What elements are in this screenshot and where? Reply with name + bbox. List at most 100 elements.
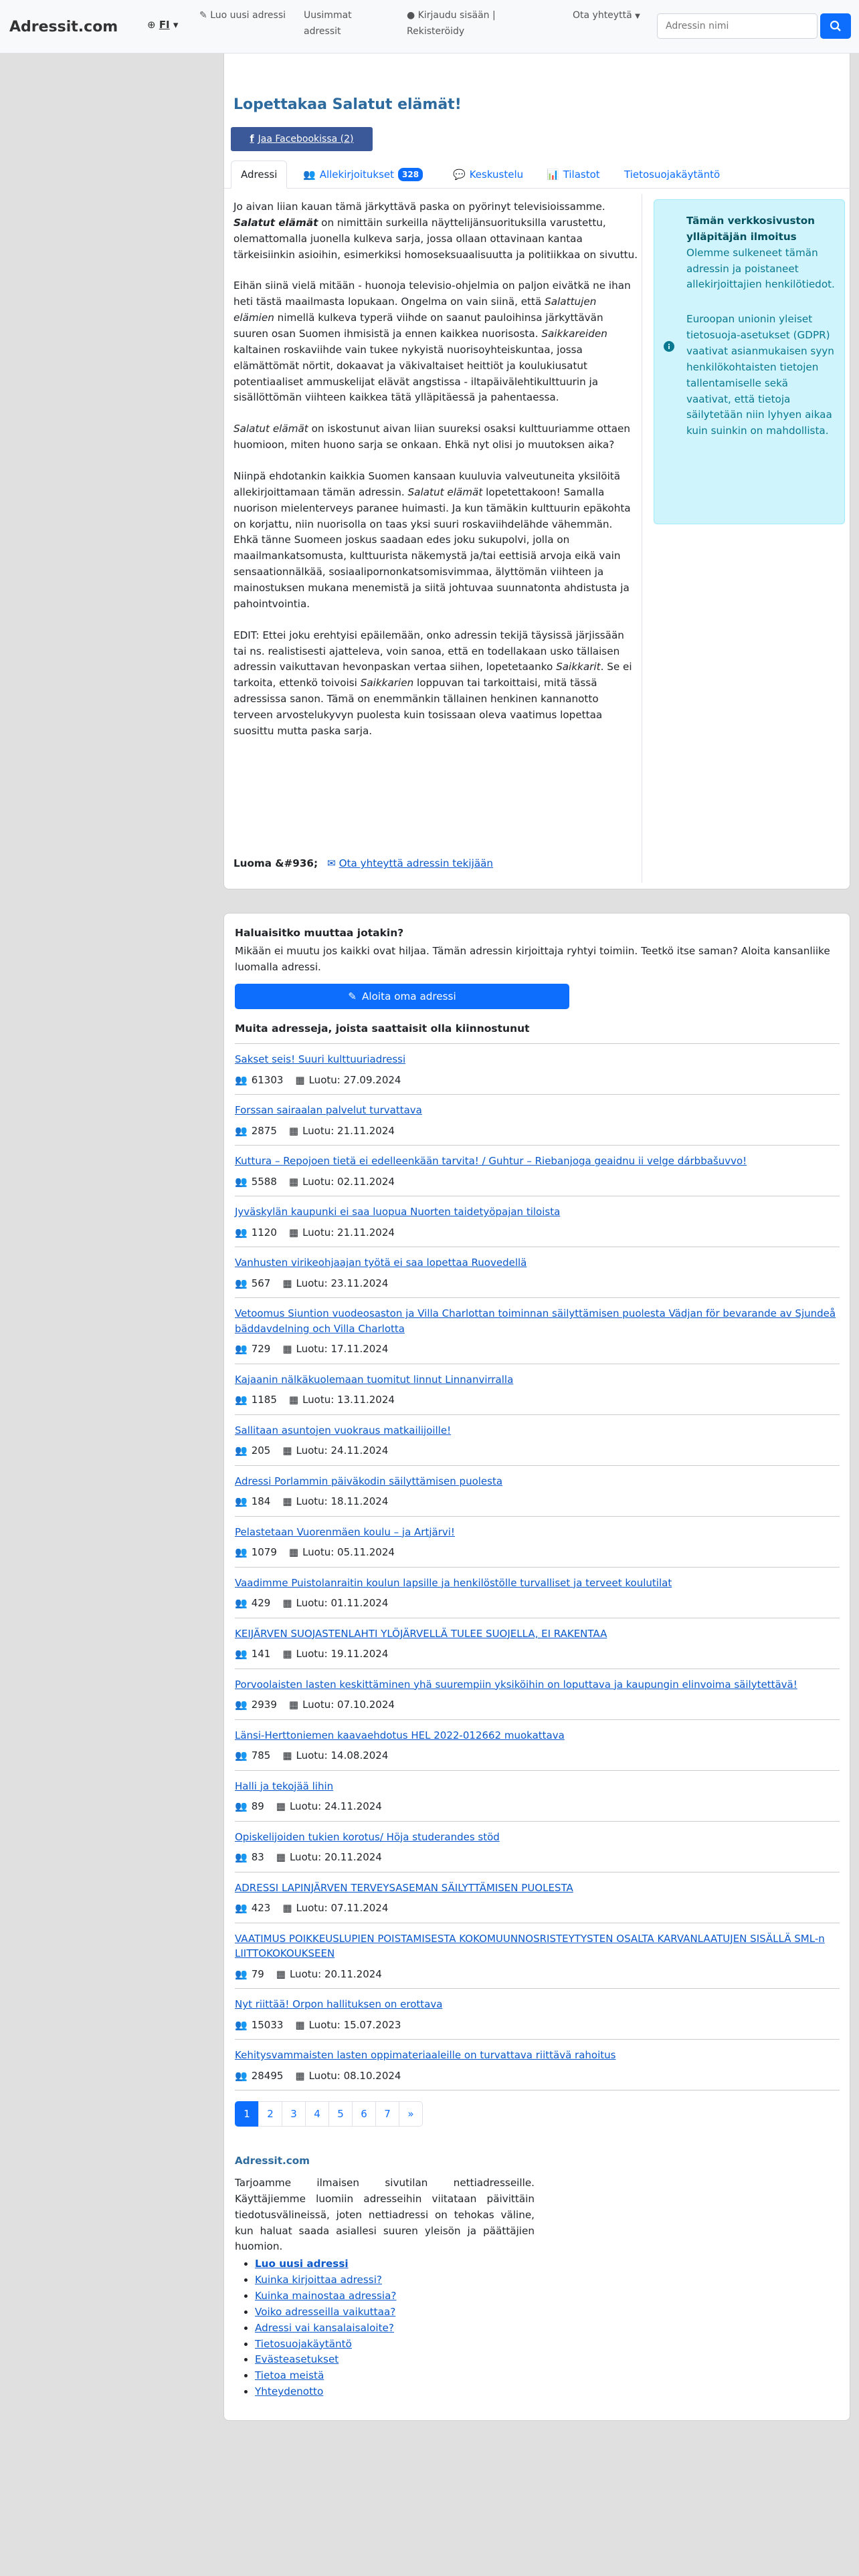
tab-stats[interactable]: 📊 Tilastot bbox=[537, 160, 609, 189]
created-date: ▦ Luotu: 18.11.2024 bbox=[282, 1494, 388, 1509]
related-address-link[interactable]: Pelastetaan Vuorenmäen koulu – ja Artjär… bbox=[235, 1526, 455, 1538]
signature-count-value: 61303 bbox=[251, 1073, 284, 1086]
related-address-link[interactable]: Sallitaan asuntojen vuokraus matkailijoi… bbox=[235, 1424, 451, 1436]
footer-link[interactable]: Yhteydenotto bbox=[255, 2385, 323, 2397]
facebook-icon: f bbox=[250, 133, 254, 144]
signature-count: 👥 423 bbox=[235, 1901, 270, 1916]
contact-author-link[interactable]: ✉ Ota yhteyttä adressin tekijään bbox=[327, 856, 493, 871]
signature-count: 👥 5588 bbox=[235, 1174, 277, 1190]
related-address-link[interactable]: Halli ja tekojää lihin bbox=[235, 1780, 333, 1792]
users-icon: 👥 bbox=[235, 1073, 248, 1086]
page-link[interactable]: 1 bbox=[235, 2101, 259, 2127]
related-list-heading: Muita adresseja, joista saattaisit olla … bbox=[235, 1021, 840, 1045]
signature-count: 👥 15033 bbox=[235, 2018, 283, 2033]
signature-count: 👥 729 bbox=[235, 1341, 270, 1357]
facebook-share-button[interactable]: f Jaa Facebookissa (2) bbox=[231, 127, 373, 151]
search-input[interactable] bbox=[657, 13, 818, 39]
address-card: Lopettakaa Salatut elämät! f Jaa Faceboo… bbox=[223, 53, 851, 889]
created-date: ▦ Luotu: 20.11.2024 bbox=[276, 1850, 382, 1865]
page-link[interactable]: 3 bbox=[282, 2101, 306, 2127]
footer-link[interactable]: Kuinka kirjoittaa adressi? bbox=[255, 2274, 382, 2286]
related-address-link[interactable]: KEIJÄRVEN SUOJASTENLAHTI YLÖJÄRVELLÄ TUL… bbox=[235, 1628, 607, 1640]
related-address-link[interactable]: Porvoolaisten lasten keskittäminen yhä s… bbox=[235, 1679, 797, 1691]
text-emphasis: Saikkareiden bbox=[541, 328, 607, 340]
signature-count-value: 83 bbox=[251, 1851, 264, 1864]
related-address-link[interactable]: Forssan sairaalan palvelut turvattava bbox=[235, 1104, 422, 1116]
page-link[interactable]: 5 bbox=[328, 2101, 353, 2127]
related-address-link[interactable]: Kuttura – Repojoen tietä ei edelleenkään… bbox=[235, 1155, 747, 1167]
footer-link[interactable]: Tietosuojakäytäntö bbox=[255, 2338, 352, 2350]
created-date: ▦ Luotu: 08.10.2024 bbox=[295, 2068, 401, 2084]
created-date: ▦ Luotu: 02.11.2024 bbox=[289, 1174, 395, 1190]
page-link[interactable]: » bbox=[399, 2101, 423, 2127]
created-date-value: Luotu: 17.11.2024 bbox=[296, 1343, 389, 1356]
footer-link[interactable]: Kuinka mainostaa adressia? bbox=[255, 2290, 397, 2302]
footer-link-item: Tietoa meistä bbox=[255, 2368, 535, 2384]
tab-signatures[interactable]: 👥 Allekirjoitukset 328 bbox=[294, 160, 432, 189]
search-button[interactable] bbox=[820, 13, 851, 39]
related-address-link[interactable]: Opiskelijoiden tukien korotus/ Höja stud… bbox=[235, 1831, 500, 1843]
page-link[interactable]: 2 bbox=[258, 2101, 282, 2127]
signature-count: 👥 1185 bbox=[235, 1392, 277, 1408]
change-heading: Haluaisitko muuttaa jotakin? bbox=[235, 927, 404, 939]
created-date-value: Luotu: 23.11.2024 bbox=[296, 1277, 389, 1289]
related-content: Haluaisitko muuttaa jotakin? Mikään ei m… bbox=[235, 926, 840, 2400]
created-date: ▦ Luotu: 19.11.2024 bbox=[282, 1646, 388, 1662]
footer-link[interactable]: Tietoa meistä bbox=[255, 2369, 324, 2381]
related-address-link[interactable]: VAATIMUS POIKKEUSLUPIEN POISTAMISESTA KO… bbox=[235, 1933, 825, 1960]
list-item: Vaadimme Puistolanraitin koulun lapsille… bbox=[235, 1568, 840, 1618]
footer-link[interactable]: Evästeasetukset bbox=[255, 2353, 339, 2365]
language-selector[interactable]: ⊕ FI ▾ bbox=[147, 17, 178, 33]
created-date: ▦ Luotu: 13.11.2024 bbox=[289, 1392, 395, 1408]
tab-privacy[interactable]: Tietosuojakäytäntö bbox=[615, 160, 729, 189]
tab-address[interactable]: Adressi bbox=[231, 160, 288, 189]
list-item: Adressi Porlammin päiväkodin säilyttämis… bbox=[235, 1466, 840, 1517]
created-date-value: Luotu: 20.11.2024 bbox=[289, 1967, 382, 1980]
signature-count: 👥 1120 bbox=[235, 1225, 277, 1241]
nav-latest[interactable]: Uusimmat adressit bbox=[304, 8, 391, 40]
search-icon bbox=[830, 20, 841, 31]
footer-link[interactable]: Adressi vai kansalaisaloite? bbox=[255, 2322, 394, 2334]
users-icon: 👥 bbox=[235, 1967, 248, 1980]
related-address-link[interactable]: Vetoomus Siuntion vuodeosaston ja Villa … bbox=[235, 1307, 836, 1335]
footer-link[interactable]: Luo uusi adressi bbox=[255, 2258, 349, 2270]
related-address-link[interactable]: Jyväskylän kaupunki ei saa luopua Nuorte… bbox=[235, 1206, 560, 1218]
users-icon: 👥 bbox=[235, 1226, 248, 1239]
created-date-value: Luotu: 20.11.2024 bbox=[289, 1851, 382, 1864]
nav-contact[interactable]: Ota yhteyttä ▼ bbox=[573, 8, 640, 24]
related-address-link[interactable]: Kajaanin nälkäkuolemaan tuomitut linnut … bbox=[235, 1374, 513, 1386]
brand-logo[interactable]: Adressit.com bbox=[9, 16, 118, 38]
related-address-link[interactable]: Adressi Porlammin päiväkodin säilyttämis… bbox=[235, 1475, 502, 1487]
related-address-link[interactable]: Vanhusten virikeohjaajan työtä ei saa lo… bbox=[235, 1257, 527, 1269]
nav-login-label: Kirjaudu sisään | Rekisteröidy bbox=[407, 10, 496, 37]
start-own-address-button[interactable]: ✎ Aloita oma adressi bbox=[235, 983, 569, 1009]
caret-down-icon: ▾ bbox=[173, 19, 179, 31]
text: kaltainen roskaviihde vain tukee nykyist… bbox=[233, 343, 599, 404]
signature-count-value: 1079 bbox=[251, 1546, 277, 1559]
related-address-link[interactable]: Nyt riittää! Orpon hallituksen on erotta… bbox=[235, 1998, 442, 2010]
signature-count-value: 729 bbox=[251, 1343, 271, 1356]
related-address-link[interactable]: Kehitysvammaisten lasten oppimateriaalei… bbox=[235, 2049, 615, 2061]
list-item: Länsi-Herttoniemen kaavaehdotus HEL 2022… bbox=[235, 1720, 840, 1771]
chart-icon: 📊 bbox=[547, 168, 559, 181]
related-address-link[interactable]: ADRESSI LAPINJÄRVEN TERVEYSASEMAN SÄILYT… bbox=[235, 1882, 573, 1894]
page-link[interactable]: 7 bbox=[375, 2101, 399, 2127]
language-label: FI bbox=[159, 19, 170, 31]
list-item: Sakset seis! Suuri kulttuuriadressi 👥 6130… bbox=[235, 1044, 840, 1095]
tab-discussion[interactable]: 💬 Keskustelu bbox=[444, 160, 533, 189]
signature-count: 👥 429 bbox=[235, 1596, 270, 1611]
footer-link[interactable]: Voiko adresseilla vaikuttaa? bbox=[255, 2306, 395, 2318]
created-date-value: Luotu: 21.11.2024 bbox=[302, 1226, 395, 1239]
related-address-link[interactable]: Sakset seis! Suuri kulttuuriadressi bbox=[235, 1053, 405, 1065]
related-address-link[interactable]: Länsi-Herttoniemen kaavaehdotus HEL 2022… bbox=[235, 1729, 565, 1741]
created-date-value: Luotu: 02.11.2024 bbox=[302, 1175, 395, 1188]
list-item: Opiskelijoiden tukien korotus/ Höja stud… bbox=[235, 1822, 840, 1872]
users-icon: 👥 bbox=[235, 1699, 248, 1711]
address-title: Lopettakaa Salatut elämät! bbox=[233, 96, 462, 113]
nav-login[interactable]: ● Kirjaudu sisään | Rekisteröidy bbox=[407, 8, 541, 40]
page-link[interactable]: 4 bbox=[305, 2101, 329, 2127]
page-link[interactable]: 6 bbox=[352, 2101, 376, 2127]
related-address-link[interactable]: Vaadimme Puistolanraitin koulun lapsille… bbox=[235, 1577, 672, 1589]
edit-icon: ✎ bbox=[348, 990, 357, 1002]
signature-count-value: 89 bbox=[251, 1800, 264, 1813]
